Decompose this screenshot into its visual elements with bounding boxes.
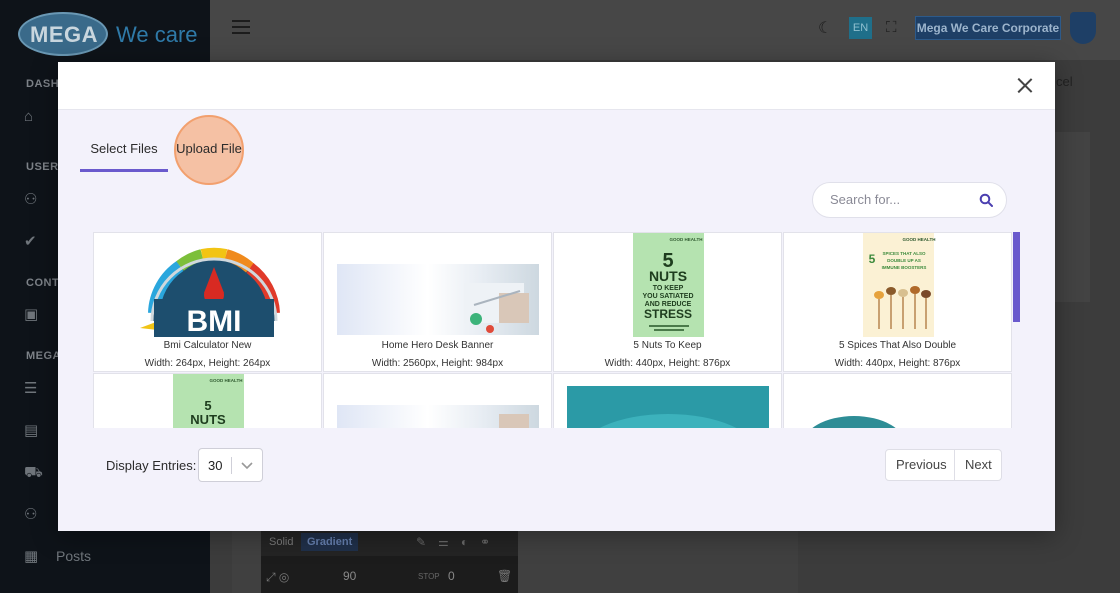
banner-thumbnail-image (337, 264, 539, 335)
stop-value[interactable]: 0 (448, 569, 455, 583)
search-input[interactable] (830, 192, 970, 207)
posts-icon[interactable]: ▦ (24, 548, 42, 566)
layout-icon[interactable]: ▤ (24, 422, 42, 440)
file-thumbnail: BMI (94, 233, 321, 337)
grid-scrollbar[interactable] (1013, 232, 1020, 322)
file-tile[interactable]: BMI Bmi Calculator New Width: 264px, Hei… (93, 232, 322, 372)
file-tile[interactable]: GOOD HEALTH 5 NUTS (93, 373, 322, 428)
select-separator (231, 457, 232, 474)
nuts-word-text: NUTS (190, 412, 226, 427)
file-manager-modal: Select Files Upload File Search for... B… (58, 62, 1055, 531)
file-name: Home Hero Desk Banner (381, 340, 494, 351)
spices-thumbnail-image: GOOD HEALTH 5 SPICES THAT ALSO DOUBLE UP… (863, 233, 936, 337)
users-icon[interactable]: ⚇ (24, 506, 42, 524)
modal-header (58, 62, 1055, 110)
file-dimensions: Width: 264px, Height: 264px (144, 358, 271, 369)
background-cancel-button: cel (1056, 74, 1073, 89)
nuts-number-text: 5 (204, 398, 211, 413)
nuts-word-text: NUTS (649, 268, 687, 284)
logo-mega-text: MEGA (30, 22, 98, 47)
sidebar-section-users: USER (26, 161, 59, 173)
nuts-good-health-text: GOOD HEALTH (670, 237, 703, 242)
home-icon[interactable]: ⌂ (24, 108, 42, 126)
stop-label: STOP (418, 572, 440, 581)
cart-icon[interactable]: ⛟ (24, 464, 43, 482)
nuts-good-health-text: GOOD HEALTH (210, 378, 243, 383)
file-name: Bmi Calculator New (163, 340, 252, 351)
file-dimensions: Width: 440px, Height: 876px (604, 358, 731, 369)
dark-mode-icon[interactable]: ☾ (818, 18, 836, 37)
chevron-down-icon (241, 462, 253, 470)
nuts-line2-text: YOU SATIATED (642, 293, 693, 300)
language-button[interactable]: EN (849, 17, 872, 39)
file-dimensions: Width: 2560px, Height: 984px (371, 358, 504, 369)
user-icon[interactable]: ⚇ (24, 191, 42, 209)
file-tile[interactable]: GOOD HEALTH 5 SPICES THAT ALSO DOUBLE UP… (783, 232, 1012, 372)
editor-gradient-tab[interactable]: Gradient (301, 533, 359, 551)
next-page-button[interactable]: Next (955, 450, 1001, 480)
tab-upload-file[interactable]: Upload File (174, 134, 244, 172)
bmi-thumbnail-image: BMI (140, 247, 280, 337)
sidebar-item-posts[interactable]: Posts (56, 548, 91, 564)
organization-button[interactable]: Mega We Care Corporate (915, 16, 1061, 40)
file-grid: BMI Bmi Calculator New Width: 264px, Hei… (93, 232, 1015, 428)
previous-page-button[interactable]: Previous (886, 450, 955, 480)
nuts-line1-text: TO KEEP (653, 285, 684, 292)
display-entries-select[interactable]: 30 (198, 448, 263, 482)
search-box[interactable] (812, 182, 1007, 218)
angle-value[interactable]: 90 (343, 569, 356, 583)
nuts-thumbnail-image: GOOD HEALTH 5 NUTS TO KEEP YOU SATIATED … (633, 233, 704, 337)
editor-tool-icons[interactable]: ✎⚌◐⚭ (416, 535, 502, 549)
sidebar-section-dashboard: DASH (26, 78, 60, 90)
display-entries-value: 30 (208, 458, 223, 473)
bmi-thumbnail-text: BMI (187, 305, 242, 337)
editor-solid-tab[interactable]: Solid (269, 536, 293, 548)
sidebar-section-mega: MEGA (26, 350, 61, 362)
user-avatar-icon[interactable] (1070, 12, 1096, 44)
pagination: Previous Next (885, 449, 1002, 481)
check-icon[interactable]: ✔ (24, 233, 42, 251)
spices-line2-text: DOUBLE UP AS (887, 258, 921, 263)
image-icon[interactable]: ▣ (24, 306, 42, 324)
file-tile[interactable] (783, 373, 1012, 428)
menu-toggle-icon[interactable] (232, 20, 250, 34)
linear-gradient-icon[interactable]: ⤢ ◎ (266, 570, 289, 585)
file-thumbnail (324, 233, 551, 337)
list-icon[interactable]: ☰ (24, 380, 42, 398)
file-tile[interactable] (553, 373, 782, 428)
fullscreen-icon[interactable]: ⛶ (886, 20, 902, 36)
file-thumbnail: GOOD HEALTH 5 NUTS (94, 374, 321, 428)
file-tile[interactable]: GOOD HEALTH 5 NUTS TO KEEP YOU SATIATED … (553, 232, 782, 372)
file-thumbnail: GOOD HEALTH 5 SPICES THAT ALSO DOUBLE UP… (784, 233, 1011, 337)
logo-wecare-text: We care (116, 22, 198, 47)
teal-thumbnail-image (567, 386, 769, 428)
file-tile[interactable] (323, 373, 552, 428)
trash-icon[interactable]: 🗑 (497, 569, 512, 583)
sidebar-section-content: CONT (26, 277, 60, 289)
spices-number-text: 5 (869, 252, 876, 266)
banner-thumbnail-image (337, 405, 539, 428)
nuts-thumbnail-image: GOOD HEALTH 5 NUTS (173, 374, 244, 428)
file-name: 5 Spices That Also Double (838, 340, 957, 351)
file-dimensions: Width: 440px, Height: 876px (834, 358, 961, 369)
spices-line1-text: SPICES THAT ALSO (882, 251, 926, 256)
file-tile[interactable]: Home Hero Desk Banner Width: 2560px, Hei… (323, 232, 552, 372)
tab-select-files[interactable]: Select Files (80, 134, 168, 172)
nuts-line4-text: STRESS (644, 307, 692, 321)
logo: MEGA We care (18, 10, 198, 58)
display-entries-label: Display Entries: (106, 458, 197, 473)
spices-good-health-text: GOOD HEALTH (903, 237, 936, 242)
file-thumbnail: GOOD HEALTH 5 NUTS TO KEEP YOU SATIATED … (554, 233, 781, 337)
file-name: 5 Nuts To Keep (633, 340, 702, 351)
search-icon[interactable] (979, 193, 993, 207)
close-icon[interactable] (1015, 75, 1035, 95)
spices-line3-text: IMMUNE BOOSTERS (882, 265, 927, 270)
file-thumbnail (554, 374, 781, 428)
teal-dome-thumbnail-image (812, 416, 896, 428)
file-thumbnail (324, 374, 551, 428)
file-thumbnail (784, 374, 1011, 428)
